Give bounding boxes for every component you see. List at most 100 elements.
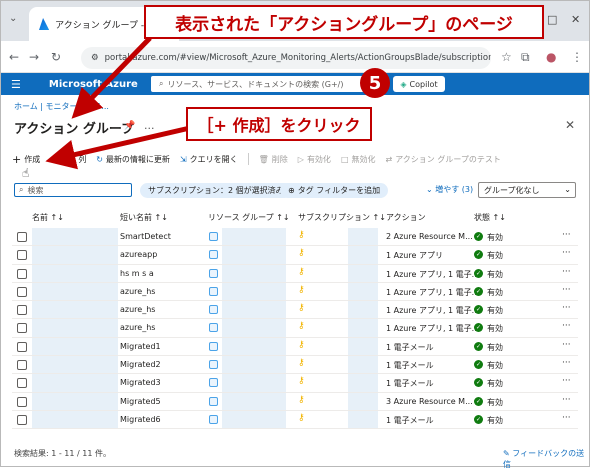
row-more-icon[interactable]: ··· [562, 267, 571, 277]
enable-button[interactable]: ▷ 有効化 [298, 154, 331, 165]
row-more-icon[interactable]: ··· [562, 395, 571, 405]
close-window-icon[interactable]: ✕ [571, 13, 580, 26]
test-action-group-button[interactable]: ⇄ アクション グループのテスト [386, 154, 501, 165]
breadcrumb[interactable]: ホーム | モニター | アラ... [14, 101, 109, 112]
action-cell: 1 電子メール [386, 415, 434, 425]
check-circle-icon: ✓ [474, 341, 483, 351]
table-row[interactable]: Migrated3 ⚷ 1 電子メール ✓ 有効 ··· [12, 374, 578, 393]
refresh-icon: ↻ [96, 154, 103, 164]
short-name-cell: SmartDetect [120, 232, 171, 241]
status-cell: 有効 [487, 361, 503, 371]
action-cell: 1 Azure アプリ, 1 電子... [386, 324, 480, 334]
profile-icon[interactable]: ● [546, 50, 556, 64]
table-row[interactable]: Migrated2 ⚷ 1 電子メール ✓ 有効 ··· [12, 356, 578, 375]
table-row[interactable]: azureapp ⚷ 1 Azure アプリ ✓ 有効 ··· [12, 246, 578, 265]
row-checkbox[interactable] [17, 323, 27, 334]
row-checkbox[interactable] [17, 360, 27, 371]
table-row[interactable]: Migrated6 ⚷ 1 電子メール ✓ 有効 ··· [12, 411, 578, 430]
global-search-input[interactable]: ⌕ リソース、サービス、ドキュメントの検索 (G+/) [151, 76, 381, 92]
create-button[interactable]: + 作成 [12, 153, 40, 166]
action-cell: 2 Azure Resource M... [386, 232, 473, 241]
status-cell: 有効 [487, 287, 503, 297]
table-row[interactable]: Migrated5 ⚷ 3 Azure Resource M... ✓ 有効 ··· [12, 393, 578, 411]
action-cell: 1 電子メール [386, 342, 434, 352]
row-checkbox[interactable] [17, 378, 27, 389]
short-name-cell: Migrated2 [120, 360, 161, 370]
subscription-filter-pill[interactable]: サブスクリプション：2 個が選択済み [140, 183, 292, 198]
browser-menu-icon[interactable]: ⋮ [571, 50, 583, 64]
col-subscription[interactable]: サブスクリプション ↑↓ [298, 212, 386, 223]
row-checkbox[interactable] [17, 396, 27, 407]
disable-button[interactable]: □ 無効化 [341, 154, 376, 165]
reload-icon[interactable]: ↻ [51, 50, 61, 64]
status-cell: 有効 [487, 251, 503, 261]
results-count: 検索結果: 1 - 11 / 11 件。 [14, 449, 111, 458]
row-more-icon[interactable]: ··· [562, 248, 571, 258]
status-cell: 有効 [487, 415, 503, 425]
row-checkbox[interactable] [17, 232, 27, 242]
table-row[interactable]: Migrated1 ⚷ 1 電子メール ✓ 有効 ··· [12, 338, 578, 357]
tab-list-icon[interactable]: ⌄ [9, 13, 17, 24]
delete-label: 削除 [271, 154, 288, 164]
row-more-icon[interactable]: ··· [562, 413, 571, 423]
row-checkbox[interactable] [17, 341, 27, 352]
delete-button[interactable]: 🗑 削除 [259, 154, 288, 165]
resource-group-icon [209, 378, 218, 388]
copilot-button[interactable]: ◈ Copilot [393, 76, 445, 92]
row-more-icon[interactable]: ··· [562, 321, 571, 331]
key-icon: ⚷ [298, 376, 305, 387]
table-row[interactable]: SmartDetect ⚷ 2 Azure Resource M... ✓ 有効 ··· [12, 228, 578, 247]
open-query-button[interactable]: ⇲ クエリを開く [180, 154, 238, 165]
row-more-icon[interactable]: ··· [562, 285, 571, 295]
portal-menu-icon[interactable]: ☰ [11, 78, 21, 91]
forward-icon[interactable]: → [29, 50, 39, 64]
filter-search-input[interactable]: ⌕ 検索 [14, 183, 132, 197]
grouping-select[interactable]: グループ化なし ⌄ [478, 182, 576, 198]
page-more-icon[interactable]: ... [144, 119, 155, 132]
table-row[interactable]: azure_hs ⚷ 1 Azure アプリ, 1 電子... ✓ 有効 ··· [12, 319, 578, 338]
pin-icon[interactable]: 📌 [124, 121, 135, 131]
url-field[interactable]: ⚙ portal.azure.com/#view/Microsoft_Azure… [81, 47, 491, 69]
columns-button[interactable]: 列 [78, 154, 86, 165]
row-checkbox[interactable] [17, 286, 27, 297]
page-title: アクション グループ [14, 122, 135, 137]
resource-group-icon [209, 268, 218, 278]
azure-brand[interactable]: Microsoft Azure [49, 79, 138, 90]
more-filters-label: 増やす (3) [435, 185, 474, 194]
table-row[interactable]: azure_hs ⚷ 1 Azure アプリ, 1 電子... ✓ 有効 ··· [12, 283, 578, 302]
action-cell: 1 Azure アプリ, 1 電子... [386, 287, 480, 297]
site-info-icon[interactable]: ⚙ [91, 53, 99, 63]
refresh-button[interactable]: ↻ 最新の情報に更新 [96, 154, 170, 165]
key-icon: ⚷ [298, 230, 305, 240]
tag-filter-pill[interactable]: ⊕ タグ フィルターを追加 [280, 183, 389, 198]
col-name[interactable]: 名前 ↑↓ [32, 212, 64, 223]
close-blade-icon[interactable]: ✕ [565, 118, 575, 132]
bookmark-icon[interactable]: ☆ [501, 50, 512, 64]
row-checkbox[interactable] [17, 250, 27, 261]
table-row[interactable]: hs m s a ⚷ 1 Azure アプリ, 1 電子... ✓ 有効 ··· [12, 265, 578, 283]
back-icon[interactable]: ← [9, 50, 19, 64]
col-status[interactable]: 状態 ↑↓ [474, 212, 506, 223]
status-cell: 有効 [487, 233, 503, 242]
table-row[interactable]: azure_hs ⚷ 1 Azure アプリ, 1 電子... ✓ 有効 ··· [12, 301, 578, 320]
row-checkbox[interactable] [17, 268, 27, 279]
key-icon: ⚷ [298, 358, 305, 369]
col-short-name[interactable]: 短い名前 ↑↓ [120, 212, 168, 223]
maximize-icon[interactable]: □ [547, 13, 557, 26]
more-filters-link[interactable]: ⌄ 増やす (3) [426, 184, 473, 195]
row-more-icon[interactable]: ··· [562, 358, 571, 368]
row-checkbox[interactable] [17, 305, 27, 316]
check-circle-icon: ✓ [474, 250, 483, 260]
col-resource-group[interactable]: リソース グループ ↑↓ [208, 212, 290, 223]
table-body: SmartDetect ⚷ 2 Azure Resource M... ✓ 有効 ··· … [12, 228, 578, 430]
col-action: アクション [386, 213, 426, 222]
row-more-icon[interactable]: ··· [562, 230, 571, 240]
check-circle-icon: ✓ [474, 232, 483, 241]
row-more-icon[interactable]: ··· [562, 376, 571, 386]
extensions-icon[interactable]: ⧉ [521, 50, 530, 65]
row-checkbox[interactable] [17, 414, 27, 425]
row-more-icon[interactable]: ··· [562, 340, 571, 350]
annotation-page-callout: 表示された「アクショングループ」のページ [144, 5, 544, 39]
row-more-icon[interactable]: ··· [562, 303, 571, 313]
short-name-cell: azure_hs [120, 323, 156, 333]
